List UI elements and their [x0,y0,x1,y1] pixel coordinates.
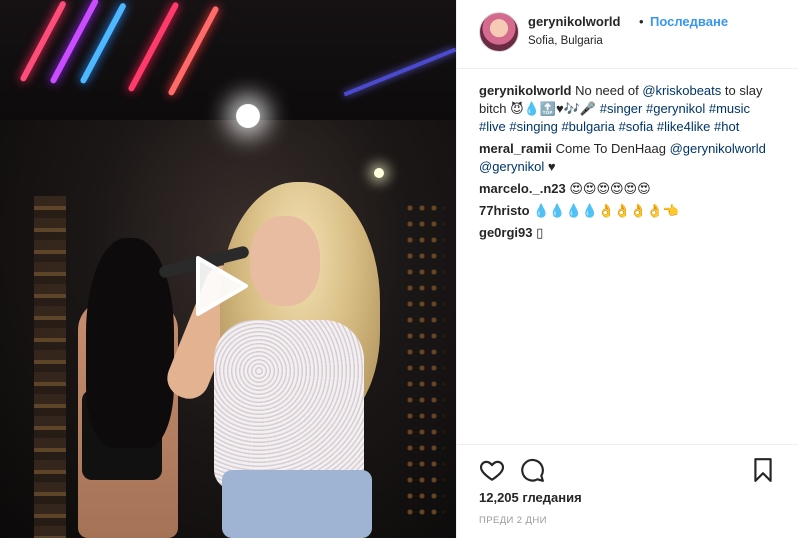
string-lights [404,200,444,520]
post-video[interactable] [0,0,456,538]
hashtag-link[interactable]: #music [709,101,750,116]
location-link[interactable]: Sofia, Bulgaria [528,35,603,47]
post-actions: 12,205 гледания ПРЕДИ 2 ДНИ [457,444,798,539]
singer-top [214,320,364,490]
hashtag-link[interactable]: #sofia [619,119,654,134]
caption-mention[interactable]: @kriskobeats [642,83,721,98]
post-header: gerynikolworld • Последване Sofia, Bulga… [457,0,798,69]
comment-username[interactable]: meral_ramii [479,141,552,156]
view-count: 12,205 гледания [479,490,582,505]
bookmark-icon[interactable] [750,457,776,483]
hashtag-link[interactable]: #singing [509,119,557,134]
comment: ge0rgi93 ▯ [479,224,779,242]
stage-spotlight [236,104,260,128]
comment-mention[interactable]: @gerynikolworld [670,141,766,156]
stage-spotlight [374,168,384,178]
hashtag-link[interactable]: #like4like [657,119,710,134]
caption-text: No need of [575,83,639,98]
comment-mention[interactable]: @gerynikol [479,159,544,174]
caption-username[interactable]: gerynikolworld [479,83,571,98]
post-timestamp[interactable]: ПРЕДИ 2 ДНИ [479,515,547,526]
comment-username[interactable]: 77hristo [479,203,530,218]
comment-icon[interactable] [519,457,545,483]
decorative-pillar [34,196,66,538]
heart-icon[interactable] [479,457,505,483]
hashtag-link[interactable]: #live [479,119,506,134]
comment-username[interactable]: ge0rgi93 [479,225,532,240]
singer-jeans [222,470,372,538]
comment-text: ▯ [536,225,544,240]
separator-dot: • [639,14,644,29]
follow-button[interactable]: Последване [650,14,728,29]
instagram-post: gerynikolworld • Последване Sofia, Bulga… [0,0,798,538]
singer-face [250,216,320,306]
comment-text: Come To DenHaag [555,141,666,156]
comment: marcelo._.n23 😍😍😍😍😍😍 [479,180,779,198]
play-icon[interactable] [184,252,252,320]
comment-text: 💧💧💧💧👌👌👌👌👈 [533,203,679,218]
avatar[interactable] [479,12,519,52]
username-link[interactable]: gerynikolworld [528,14,620,29]
comment-text: 😍😍😍😍😍😍 [569,181,651,196]
comments-list: gerynikolworld No need of @kriskobeats t… [479,82,779,246]
comment: meral_ramii Come To DenHaag @gerynikolwo… [479,140,779,176]
video-ceiling [0,0,456,120]
comment: 77hristo 💧💧💧💧👌👌👌👌👈 [479,202,779,220]
hashtag-link[interactable]: #bulgaria [561,119,615,134]
comment-username[interactable]: marcelo._.n23 [479,181,566,196]
hashtag-link[interactable]: #hot [714,119,739,134]
hashtag-link[interactable]: #singer [600,101,643,116]
caption: gerynikolworld No need of @kriskobeats t… [479,82,779,136]
post-sidebar: gerynikolworld • Последване Sofia, Bulga… [456,0,798,538]
hashtag-link[interactable]: #gerynikol [646,101,705,116]
comment-suffix: ♥ [547,159,556,174]
